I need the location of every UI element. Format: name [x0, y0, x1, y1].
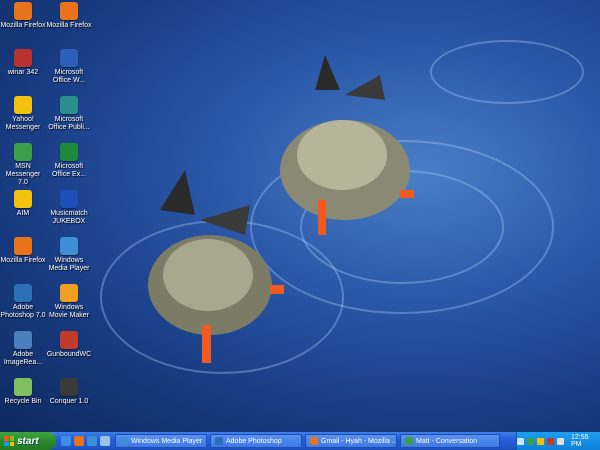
- desktop-icon[interactable]: Recycle Bin: [0, 378, 46, 406]
- system-tray: 12:55 PM: [516, 432, 600, 450]
- firefox-icon: [14, 2, 32, 20]
- desktop-icon-label: Conquer 1.0: [49, 398, 89, 405]
- imageready-icon: [14, 331, 32, 349]
- firefox-icon[interactable]: [74, 436, 84, 446]
- desktop-icon[interactable]: Microsoft Office W...: [46, 49, 92, 85]
- publisher-icon: [60, 96, 78, 114]
- desktop-icon[interactable]: Microsoft Office Ex...: [46, 143, 92, 179]
- desktop-icon[interactable]: AIM: [0, 190, 46, 218]
- desktop-icon-label: Microsoft Office Publi...: [48, 116, 90, 131]
- firefox-icon: [14, 237, 32, 255]
- volume-icon[interactable]: [557, 437, 564, 445]
- gunbound-icon: [60, 331, 78, 349]
- desktop-icon-label: AIM: [16, 210, 30, 217]
- network-icon[interactable]: [517, 437, 524, 445]
- msn-tray-icon[interactable]: [527, 437, 534, 445]
- musicmatch-icon: [60, 190, 78, 208]
- taskbar-button-label: Windows Media Player: [131, 437, 203, 445]
- desktop-icon[interactable]: winar 342: [0, 49, 46, 77]
- taskbar: start Windows Media Player Adobe Photosho…: [0, 432, 600, 450]
- media-player-icon: [120, 437, 128, 445]
- taskbar-button-label: Gmail - Hyah - Mozilla ...: [321, 437, 397, 445]
- photoshop-icon: [215, 437, 223, 445]
- desktop-icon[interactable]: Mozilla Firefox: [0, 2, 46, 30]
- tray-icons: [517, 437, 564, 445]
- taskbar-button-label: Matt - Conversation: [416, 437, 478, 445]
- taskbar-button[interactable]: Adobe Photoshop: [210, 434, 302, 448]
- ie-icon[interactable]: [61, 436, 71, 446]
- word-icon: [60, 49, 78, 67]
- msn-messenger-icon: [405, 437, 413, 445]
- desktop-icon[interactable]: Musicmatch JUKEBOX: [46, 190, 92, 226]
- excel-icon: [60, 143, 78, 161]
- taskbar-button[interactable]: Windows Media Player: [115, 434, 207, 448]
- clock[interactable]: 12:55 PM: [571, 434, 594, 448]
- desktop-icon-label: Microsoft Office Ex...: [51, 163, 87, 178]
- photoshop-icon: [14, 284, 32, 302]
- desktop-icon-label: Recycle Bin: [4, 398, 42, 405]
- desktop-icon-label: Mozilla Firefox: [46, 22, 92, 29]
- desktop-icon[interactable]: Conquer 1.0: [46, 378, 92, 406]
- quick-launch: [56, 436, 115, 446]
- task-buttons: Windows Media Player Adobe Photoshop Gmail…: [115, 434, 503, 448]
- start-button[interactable]: start: [0, 432, 56, 450]
- desktop-icon[interactable]: Mozilla Firefox: [0, 237, 46, 265]
- desktop-icon-label: Windows Movie Maker: [48, 304, 90, 319]
- start-label: start: [17, 435, 39, 447]
- desktop-icon[interactable]: Adobe Photoshop 7.0: [0, 284, 46, 320]
- desktop-icon-label: Adobe ImageRea...: [3, 351, 43, 366]
- aim-icon: [14, 190, 32, 208]
- yahoo-tray-icon[interactable]: [537, 437, 544, 445]
- media-player-icon[interactable]: [87, 436, 97, 446]
- desktop-icon[interactable]: Adobe ImageRea...: [0, 331, 46, 367]
- movie-maker-icon: [60, 284, 78, 302]
- water-ripple: [430, 40, 584, 104]
- desktop-icon-label: MSN Messenger 7.0: [5, 163, 41, 186]
- desktop-icon-label: GunboundWC: [46, 351, 92, 358]
- desktop-icon[interactable]: Windows Movie Maker: [46, 284, 92, 320]
- antivirus-tray-icon[interactable]: [547, 437, 554, 445]
- firefox-icon: [310, 437, 318, 445]
- desktop-icon-label: Adobe Photoshop 7.0: [0, 304, 46, 319]
- taskbar-button-label: Adobe Photoshop: [226, 437, 282, 445]
- msn-messenger-icon: [14, 143, 32, 161]
- desktop-icon[interactable]: MSN Messenger 7.0: [0, 143, 46, 187]
- taskbar-button[interactable]: Gmail - Hyah - Mozilla ...: [305, 434, 397, 448]
- yahoo-messenger-icon: [14, 96, 32, 114]
- desktop-icon-label: winar 342: [7, 69, 39, 76]
- desktop-icon-label: Musicmatch JUKEBOX: [50, 210, 88, 225]
- desktop-icon[interactable]: Windows Media Player: [46, 237, 92, 273]
- show-desktop-icon[interactable]: [100, 436, 110, 446]
- conquer-icon: [60, 378, 78, 396]
- desktop-icon[interactable]: GunboundWC: [46, 331, 92, 359]
- desktop-icon-label: Yahoo! Messenger: [5, 116, 41, 131]
- desktop-icon[interactable]: Yahoo! Messenger: [0, 96, 46, 132]
- media-player-icon: [60, 237, 78, 255]
- winrar-icon: [14, 49, 32, 67]
- desktop-icon[interactable]: Mozilla Firefox: [46, 2, 92, 30]
- taskbar-button[interactable]: Matt - Conversation: [400, 434, 500, 448]
- desktop-icon-label: Mozilla Firefox: [0, 22, 46, 29]
- recycle-bin-icon: [14, 378, 32, 396]
- desktop: Mozilla Firefox winar 342 Yahoo! Messenger…: [0, 0, 600, 432]
- windows-flag-icon: [4, 436, 14, 446]
- desktop-icon[interactable]: Microsoft Office Publi...: [46, 96, 92, 132]
- desktop-icon-label: Windows Media Player: [48, 257, 90, 272]
- desktop-icon-label: Mozilla Firefox: [0, 257, 46, 264]
- firefox-icon: [60, 2, 78, 20]
- duck-wallpaper: [148, 170, 284, 363]
- desktop-icon-label: Microsoft Office W...: [52, 69, 86, 84]
